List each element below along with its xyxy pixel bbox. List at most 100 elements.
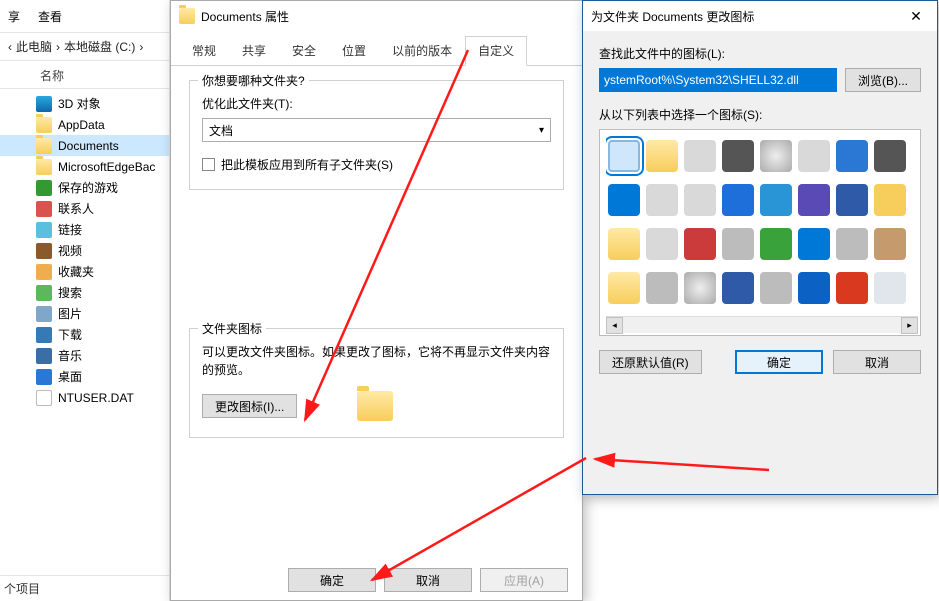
icon-option-28[interactable] [760,272,792,304]
status-bar: 个项目 [0,575,170,601]
change-icon-button[interactable]: 更改图标(I)... [202,394,297,418]
file-item-链接[interactable]: 链接 [0,219,169,240]
icon-option-13[interactable] [798,184,830,216]
icon-option-11[interactable] [722,184,754,216]
close-button[interactable]: ✕ [903,5,929,27]
breadcrumb-drive[interactable]: 本地磁盘 (C:) [64,38,135,55]
ribbon-view[interactable]: 查看 [38,8,62,25]
fav-icon [36,264,52,280]
icon-option-6[interactable] [836,140,868,172]
button-label: 浏览(B)... [858,72,908,89]
file-item-label: 收藏夹 [58,263,94,280]
icon-option-15[interactable] [874,184,906,216]
tab-安全[interactable]: 安全 [279,36,329,66]
icon-option-20[interactable] [760,228,792,260]
icon-option-8[interactable] [608,184,640,216]
dialog-title: 为文件夹 Documents 更改图标 [591,8,754,25]
dialog-button-row: 确定 取消 应用(A) [288,568,568,592]
optimize-label: 优化此文件夹(T): [202,95,551,112]
ok-button[interactable]: 确定 [288,568,376,592]
ok-button[interactable]: 确定 [735,350,823,374]
icon-option-14[interactable] [836,184,868,216]
breadcrumb-this-pc[interactable]: 此电脑 [16,38,52,55]
icon-option-24[interactable] [608,272,640,304]
file-item-桌面[interactable]: 桌面 [0,366,169,387]
cancel-button[interactable]: 取消 [384,568,472,592]
tab-位置[interactable]: 位置 [329,36,379,66]
contact-icon [36,201,52,217]
icon-option-10[interactable] [684,184,716,216]
icon-option-19[interactable] [722,228,754,260]
tab-常规[interactable]: 常规 [179,36,229,66]
titlebar[interactable]: Documents 属性 [171,1,582,31]
file-item-MicrosoftEdgeBac[interactable]: MicrosoftEdgeBac [0,156,169,177]
file-item-保存的游戏[interactable]: 保存的游戏 [0,177,169,198]
chevron-right-icon: › [56,40,60,54]
apply-subfolders-row[interactable]: 把此模板应用到所有子文件夹(S) [202,156,551,173]
file-item-搜索[interactable]: 搜索 [0,282,169,303]
horizontal-scrollbar[interactable]: ◂ ▸ [606,316,918,333]
file-item-AppData[interactable]: AppData [0,114,169,135]
icon-option-17[interactable] [646,228,678,260]
icon-path-input[interactable]: ystemRoot%\System32\SHELL32.dll [599,68,837,92]
icon-option-0[interactable] [608,140,640,172]
icon-option-7[interactable] [874,140,906,172]
icon-option-2[interactable] [684,140,716,172]
file-item-音乐[interactable]: 音乐 [0,345,169,366]
ribbon-share[interactable]: 享 [8,8,20,25]
icon-option-29[interactable] [798,272,830,304]
icon-option-30[interactable] [836,272,868,304]
icon-option-23[interactable] [874,228,906,260]
optimize-combo[interactable]: 文档 ▾ [202,118,551,142]
file-item-视频[interactable]: 视频 [0,240,169,261]
browse-button[interactable]: 浏览(B)... [845,68,921,92]
file-item-label: 搜索 [58,284,82,301]
icon-option-21[interactable] [798,228,830,260]
tab-自定义[interactable]: 自定义 [465,36,527,66]
column-header-name[interactable]: 名称 [0,61,169,89]
file-item-联系人[interactable]: 联系人 [0,198,169,219]
desktop-icon [36,369,52,385]
explorer-ribbon: 享 查看 [0,0,169,33]
restore-defaults-button[interactable]: 还原默认值(R) [599,350,702,374]
generic-icon [36,390,52,406]
file-item-收藏夹[interactable]: 收藏夹 [0,261,169,282]
apply-button[interactable]: 应用(A) [480,568,568,592]
icon-option-27[interactable] [722,272,754,304]
file-item-NTUSER.DAT[interactable]: NTUSER.DAT [0,387,169,408]
group-folder-icon: 文件夹图标 可以更改文件夹图标。如果更改了图标，它将不再显示文件夹内容的预览。 … [189,328,564,438]
button-label: 确定 [320,572,344,589]
file-item-3D 对象[interactable]: 3D 对象 [0,93,169,114]
icon-option-31[interactable] [874,272,906,304]
tab-共享[interactable]: 共享 [229,36,279,66]
breadcrumb-back[interactable]: ‹ [8,40,12,54]
button-label: 应用(A) [504,572,544,589]
combo-value: 文档 [209,122,233,139]
icon-option-26[interactable] [684,272,716,304]
cancel-button[interactable]: 取消 [833,350,921,374]
checkbox[interactable] [202,158,215,171]
icon-option-18[interactable] [684,228,716,260]
icon-option-12[interactable] [760,184,792,216]
icon-option-22[interactable] [836,228,868,260]
file-item-Documents[interactable]: Documents [0,135,169,156]
scroll-left-button[interactable]: ◂ [606,317,623,334]
icon-option-3[interactable] [722,140,754,172]
breadcrumb[interactable]: ‹ 此电脑 › 本地磁盘 (C:) › [0,33,169,61]
titlebar[interactable]: 为文件夹 Documents 更改图标 ✕ [583,1,937,31]
icon-option-1[interactable] [646,140,678,172]
file-item-图片[interactable]: 图片 [0,303,169,324]
folder-icon [179,8,195,24]
folder-icon [36,138,52,154]
icon-option-16[interactable] [608,228,640,260]
group-label: 文件夹图标 [198,320,266,337]
icon-grid[interactable] [606,136,918,316]
tab-以前的版本[interactable]: 以前的版本 [379,36,465,66]
icon-option-4[interactable] [760,140,792,172]
icon-option-5[interactable] [798,140,830,172]
file-item-下载[interactable]: 下载 [0,324,169,345]
icon-option-9[interactable] [646,184,678,216]
icon-option-25[interactable] [646,272,678,304]
scroll-right-button[interactable]: ▸ [901,317,918,334]
button-label: 还原默认值(R) [612,354,689,371]
